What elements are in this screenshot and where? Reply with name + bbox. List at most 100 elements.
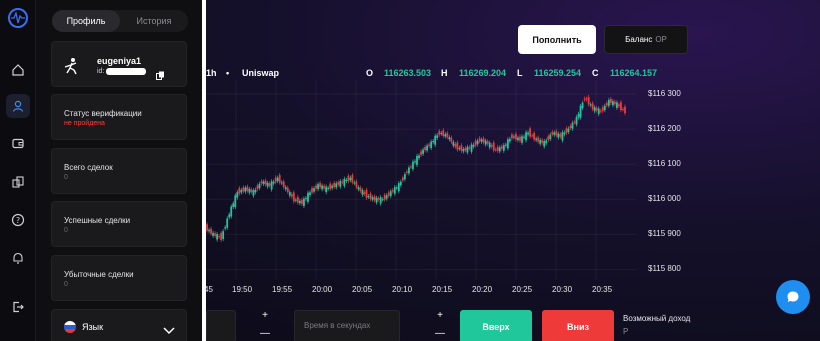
candle xyxy=(448,137,451,140)
user-id-redacted xyxy=(106,68,147,75)
down-button[interactable]: Вниз xyxy=(542,310,614,341)
candle xyxy=(329,183,332,190)
candle xyxy=(513,136,515,138)
home-icon[interactable] xyxy=(6,58,30,82)
candle xyxy=(206,224,208,231)
candle xyxy=(474,140,477,146)
amount-minus-button[interactable]: — xyxy=(248,328,282,339)
candle xyxy=(470,144,473,152)
candle xyxy=(337,182,340,185)
candle xyxy=(500,146,503,149)
candle xyxy=(583,98,586,100)
candle xyxy=(541,140,544,143)
low-key: L xyxy=(517,68,523,78)
ohlc-low: L xyxy=(517,68,523,78)
balance-button[interactable]: Баланс OP xyxy=(604,25,688,54)
candle xyxy=(294,199,297,201)
candle xyxy=(236,192,239,198)
candle xyxy=(276,177,279,182)
logo-icon[interactable] xyxy=(8,8,28,28)
candle xyxy=(218,236,221,238)
candle xyxy=(226,218,229,228)
successful-deals-title: Успешные сделки xyxy=(64,216,131,225)
bell-icon[interactable] xyxy=(6,246,30,270)
candle xyxy=(210,228,212,234)
candle xyxy=(248,188,251,193)
trade-controls: + — Время в секундах + — Вверх Вниз Возм… xyxy=(206,302,820,341)
time-input[interactable]: Время в секундах xyxy=(294,310,400,341)
candle xyxy=(272,181,275,184)
candle xyxy=(258,183,261,189)
candle xyxy=(607,100,610,106)
candle xyxy=(357,187,360,190)
candle xyxy=(260,181,263,184)
candle xyxy=(599,110,602,112)
chevron-down-icon xyxy=(163,322,175,340)
candle xyxy=(492,142,495,151)
candle xyxy=(383,195,386,200)
candle xyxy=(349,177,352,181)
candle xyxy=(472,144,475,147)
candle xyxy=(450,137,453,142)
candle xyxy=(624,106,626,114)
candle xyxy=(539,139,542,144)
candle xyxy=(488,142,491,148)
candle xyxy=(531,135,534,137)
candle xyxy=(521,136,523,143)
profile-icon[interactable] xyxy=(6,94,30,118)
candle xyxy=(319,183,321,188)
y-tick-label: $116 300 xyxy=(648,89,681,99)
candle xyxy=(274,177,277,183)
coins-icon[interactable] xyxy=(6,170,30,194)
candle xyxy=(412,161,414,170)
candle xyxy=(434,135,437,145)
candle xyxy=(391,190,394,192)
help-icon[interactable]: ? xyxy=(6,208,30,232)
candle xyxy=(553,132,556,135)
wallet-icon[interactable] xyxy=(6,131,30,155)
candle xyxy=(335,183,338,188)
amount-input[interactable] xyxy=(206,310,236,341)
candle xyxy=(545,140,548,144)
candle xyxy=(256,185,259,190)
candle xyxy=(367,196,370,198)
logout-icon[interactable] xyxy=(6,295,30,319)
avatar xyxy=(62,56,82,76)
candle xyxy=(597,108,600,115)
candle xyxy=(343,178,346,186)
chat-button[interactable] xyxy=(776,280,810,314)
candle xyxy=(609,98,612,103)
tab-history[interactable]: История xyxy=(120,10,188,32)
language-selector[interactable]: Язык xyxy=(51,309,187,341)
candle xyxy=(444,134,447,137)
language-label: Язык xyxy=(82,322,104,332)
candle xyxy=(506,139,509,149)
candle xyxy=(555,131,558,136)
up-button[interactable]: Вверх xyxy=(460,310,532,341)
candle xyxy=(355,181,358,188)
candle xyxy=(321,185,324,190)
time-minus-button[interactable]: — xyxy=(423,328,457,339)
y-tick-label: $116 100 xyxy=(648,159,681,169)
candle xyxy=(410,166,412,168)
topup-button[interactable]: Пополнить xyxy=(518,25,596,54)
ohlc-high-value: 116269.204 xyxy=(459,68,506,78)
candle xyxy=(307,192,309,202)
price-chart[interactable] xyxy=(206,80,646,280)
candle xyxy=(278,175,281,183)
candle xyxy=(420,151,422,155)
candle xyxy=(323,185,326,189)
copy-icon[interactable] xyxy=(156,67,165,85)
ohlc-low-value: 116259.254 xyxy=(534,68,581,78)
candle xyxy=(286,187,289,192)
tab-profile[interactable]: Профиль xyxy=(52,10,120,32)
candle xyxy=(389,191,392,197)
amount-plus-button[interactable]: + xyxy=(248,310,282,321)
candle xyxy=(426,145,429,151)
candle xyxy=(498,147,501,152)
candle xyxy=(557,133,560,138)
candle xyxy=(309,192,311,195)
candle xyxy=(508,138,511,142)
time-plus-button[interactable]: + xyxy=(423,310,457,321)
candle xyxy=(622,109,624,111)
